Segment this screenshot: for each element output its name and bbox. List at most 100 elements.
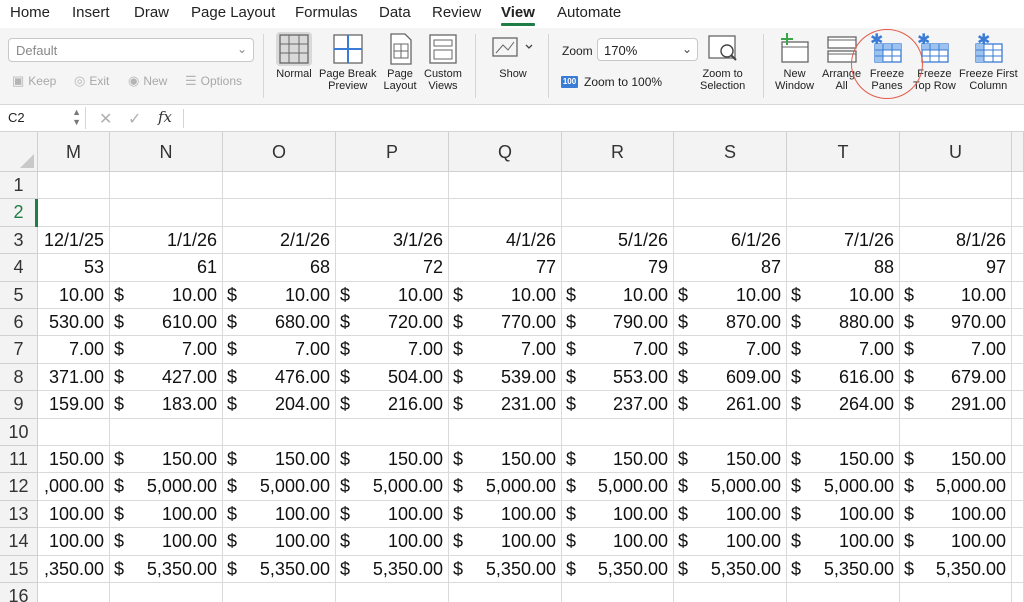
column-header-partial[interactable] [1012, 132, 1024, 172]
arrange-all-button[interactable]: Arrange All [822, 32, 861, 92]
cell-r2[interactable] [562, 199, 674, 227]
cell-q15[interactable]: $5,350.00 [449, 555, 562, 583]
cell-r12[interactable]: $5,000.00 [562, 473, 674, 501]
name-box-stepper-icon[interactable]: ▲ ▼ [72, 107, 81, 127]
select-all-button[interactable] [0, 132, 38, 172]
cell-partial[interactable] [1012, 281, 1024, 309]
zoom-to-100-button[interactable]: 100 Zoom to 100% [561, 75, 662, 89]
cell-o12[interactable]: $5,000.00 [223, 473, 336, 501]
page-layout-button[interactable]: Page Layout [382, 32, 418, 92]
cell-n8[interactable]: $427.00 [110, 363, 223, 392]
cell-n9[interactable]: $183.00 [110, 391, 223, 419]
cell-r15[interactable]: $5,350.00 [562, 555, 674, 583]
cell-partial[interactable] [1012, 528, 1024, 556]
cell-n10[interactable] [110, 418, 223, 446]
cell-o13[interactable]: $100.00 [223, 500, 336, 529]
cell-q12[interactable]: $5,000.00 [449, 473, 562, 501]
cell-u7[interactable]: $7.00 [900, 336, 1012, 364]
column-header-r[interactable]: R [562, 132, 674, 172]
cell-p14[interactable]: $100.00 [336, 528, 449, 556]
cell-q8[interactable]: $539.00 [449, 363, 562, 392]
cell-m14[interactable]: 100.00 [38, 528, 110, 556]
column-header-t[interactable]: T [787, 132, 900, 172]
cell-s1[interactable] [674, 172, 787, 200]
insert-function-button[interactable]: fx [158, 108, 172, 126]
cell-o4[interactable]: 68 [223, 254, 336, 282]
tab-formulas[interactable]: Formulas [295, 4, 358, 21]
cell-s15[interactable]: $5,350.00 [674, 555, 787, 583]
cell-m4[interactable]: 53 [38, 254, 110, 282]
cell-m8[interactable]: 371.00 [38, 363, 110, 392]
cell-partial[interactable] [1012, 336, 1024, 364]
cell-n1[interactable] [110, 172, 223, 200]
cell-partial[interactable] [1012, 363, 1024, 392]
cell-t2[interactable] [787, 199, 900, 227]
cell-s10[interactable] [674, 418, 787, 446]
cell-u1[interactable] [900, 172, 1012, 200]
row-header-14[interactable]: 14 [0, 528, 38, 556]
cell-q9[interactable]: $231.00 [449, 391, 562, 419]
column-header-p[interactable]: P [336, 132, 449, 172]
cell-n6[interactable]: $610.00 [110, 309, 223, 337]
cell-t11[interactable]: $150.00 [787, 446, 900, 474]
cell-o10[interactable] [223, 418, 336, 446]
cell-u9[interactable]: $291.00 [900, 391, 1012, 419]
cell-r14[interactable]: $100.00 [562, 528, 674, 556]
cell-m15[interactable]: ,350.00 [38, 555, 110, 583]
cell-m9[interactable]: 159.00 [38, 391, 110, 419]
cell-s4[interactable]: 87 [674, 254, 787, 282]
cell-p10[interactable] [336, 418, 449, 446]
tab-home[interactable]: Home [10, 4, 50, 21]
cell-s2[interactable] [674, 199, 787, 227]
cell-m1[interactable] [38, 172, 110, 200]
cell-o7[interactable]: $7.00 [223, 336, 336, 364]
cell-m12[interactable]: ,000.00 [38, 473, 110, 501]
cell-t13[interactable]: $100.00 [787, 500, 900, 529]
cell-partial[interactable] [1012, 473, 1024, 501]
cell-n7[interactable]: $7.00 [110, 336, 223, 364]
row-header-16[interactable]: 16 [0, 583, 38, 602]
cancel-icon[interactable]: ✕ [99, 109, 112, 129]
cell-r10[interactable] [562, 418, 674, 446]
cell-p13[interactable]: $100.00 [336, 500, 449, 529]
cell-o1[interactable] [223, 172, 336, 200]
row-header-6[interactable]: 6 [0, 309, 38, 337]
cell-n4[interactable]: 61 [110, 254, 223, 282]
cell-u15[interactable]: $5,350.00 [900, 555, 1012, 583]
cell-partial[interactable] [1012, 418, 1024, 446]
cell-n13[interactable]: $100.00 [110, 500, 223, 529]
row-header-15[interactable]: 15 [0, 555, 38, 583]
cell-o8[interactable]: $476.00 [223, 363, 336, 392]
cell-s3[interactable]: 6/1/26 [674, 226, 787, 255]
cell-u16[interactable] [900, 583, 1012, 602]
cell-s9[interactable]: $261.00 [674, 391, 787, 419]
row-header-7[interactable]: 7 [0, 336, 38, 364]
row-header-10[interactable]: 10 [0, 418, 38, 446]
tab-review[interactable]: Review [432, 4, 481, 21]
cell-o3[interactable]: 2/1/26 [223, 226, 336, 255]
cell-s13[interactable]: $100.00 [674, 500, 787, 529]
freeze-first-column-button[interactable]: ✱ Freeze First Column [959, 30, 1018, 92]
page-break-preview-button[interactable]: Page Break Preview [319, 32, 376, 92]
cell-o15[interactable]: $5,350.00 [223, 555, 336, 583]
row-header-4[interactable]: 4 [0, 254, 38, 282]
row-header-1[interactable]: 1 [0, 172, 38, 200]
cell-r9[interactable]: $237.00 [562, 391, 674, 419]
cell-q11[interactable]: $150.00 [449, 446, 562, 474]
column-header-u[interactable]: U [900, 132, 1012, 172]
row-header-5[interactable]: 5 [0, 281, 38, 309]
cell-p9[interactable]: $216.00 [336, 391, 449, 419]
cell-r4[interactable]: 79 [562, 254, 674, 282]
cell-t15[interactable]: $5,350.00 [787, 555, 900, 583]
cell-t9[interactable]: $264.00 [787, 391, 900, 419]
cell-m11[interactable]: 150.00 [38, 446, 110, 474]
cell-o5[interactable]: $10.00 [223, 281, 336, 309]
cell-p8[interactable]: $504.00 [336, 363, 449, 392]
tab-page-layout[interactable]: Page Layout [191, 4, 275, 21]
check-icon[interactable]: ✓ [128, 109, 141, 129]
cell-m13[interactable]: 100.00 [38, 500, 110, 529]
normal-view-button[interactable]: Normal [276, 32, 312, 80]
cell-partial[interactable] [1012, 254, 1024, 282]
cell-u4[interactable]: 97 [900, 254, 1012, 282]
cell-q16[interactable] [449, 583, 562, 602]
